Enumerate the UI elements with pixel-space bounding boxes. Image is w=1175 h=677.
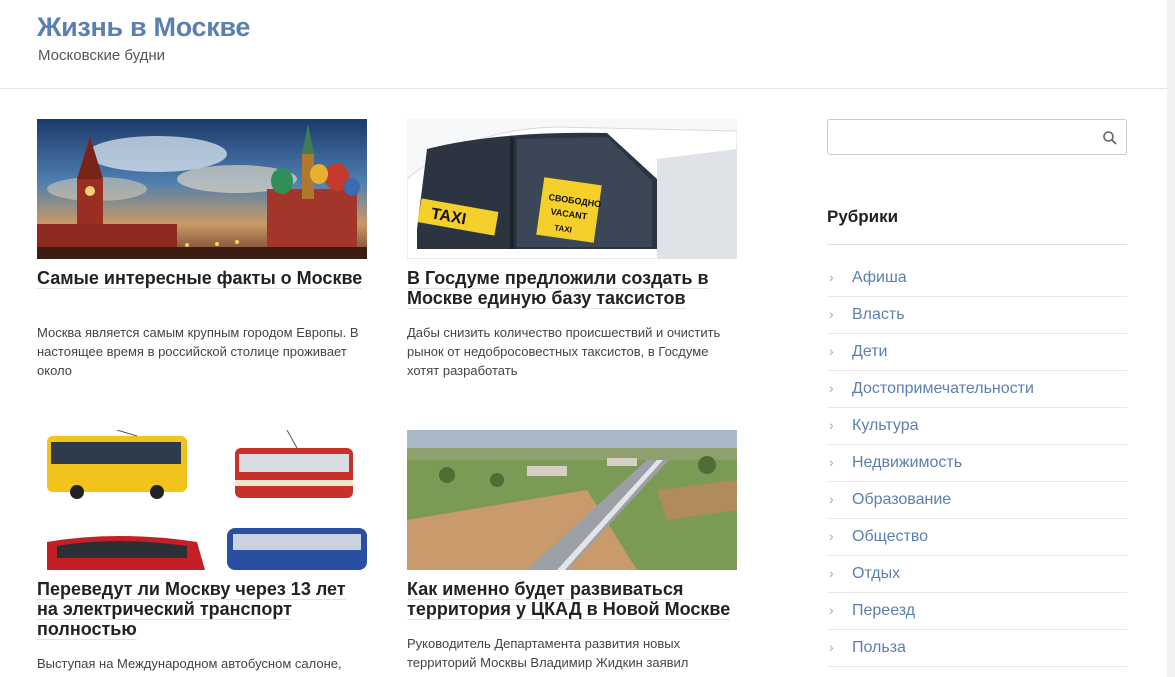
- category-link[interactable]: Переезд: [852, 602, 915, 620]
- post-excerpt: Руководитель Департамента развития новых…: [407, 636, 689, 670]
- category-link[interactable]: Достопримечательности: [852, 380, 1034, 398]
- site-description: Московские будни: [38, 47, 166, 64]
- category-item: › Культура: [827, 408, 1127, 445]
- chevron-right-icon: ›: [829, 454, 834, 470]
- chevron-right-icon: ›: [829, 343, 834, 359]
- category-link[interactable]: Отдых: [852, 565, 900, 583]
- category-link[interactable]: Власть: [852, 306, 905, 324]
- category-link[interactable]: Польза: [852, 639, 906, 657]
- category-item: › Дети: [827, 334, 1127, 371]
- chevron-right-icon: ›: [829, 269, 834, 285]
- search-icon[interactable]: [1100, 128, 1120, 148]
- category-item: › Недвижимость: [827, 445, 1127, 482]
- category-item: › Общество: [827, 519, 1127, 556]
- category-link[interactable]: Афиша: [852, 269, 907, 287]
- categories-list: › Афиша › Власть › Дети › Достопримечательно…: [827, 260, 1127, 667]
- post-excerpt: Выступая на Международном автобусном сал…: [37, 656, 342, 671]
- post-title[interactable]: Самые интересные факты о Москве: [37, 268, 367, 289]
- site-title[interactable]: Жизнь в Москве: [37, 12, 250, 43]
- category-link[interactable]: Дети: [852, 343, 887, 361]
- chevron-right-icon: ›: [829, 417, 834, 433]
- chevron-right-icon: ›: [829, 602, 834, 618]
- chevron-right-icon: ›: [829, 639, 834, 655]
- scrollbar[interactable]: [1167, 0, 1175, 677]
- post-card: TAXI СВОБОДНО VACANT TAXI В Госдуме пред…: [407, 119, 737, 389]
- chevron-right-icon: ›: [829, 306, 834, 322]
- post-title[interactable]: Как именно будет развиваться территория …: [407, 579, 737, 620]
- post-card: Переведут ли Москву через 13 лет на элек…: [37, 430, 367, 677]
- category-link[interactable]: Культура: [852, 417, 919, 435]
- transport-photo[interactable]: [37, 430, 367, 570]
- category-link[interactable]: Образование: [852, 491, 951, 509]
- post-excerpt: Москва является самым крупным городом Ев…: [37, 325, 359, 378]
- post-card: Как именно будет развиваться территория …: [407, 430, 737, 677]
- category-item: › Афиша: [827, 260, 1127, 297]
- search-input[interactable]: [829, 121, 1089, 153]
- category-link[interactable]: Недвижимость: [852, 454, 962, 472]
- post-card: Самые интересные факты о Москве Москва я…: [37, 119, 367, 389]
- chevron-right-icon: ›: [829, 528, 834, 544]
- divider: [827, 244, 1127, 245]
- chevron-right-icon: ›: [829, 380, 834, 396]
- post-title[interactable]: В Госдуме предложили создать в Москве ед…: [407, 268, 737, 309]
- taxi-photo[interactable]: TAXI СВОБОДНО VACANT TAXI: [407, 119, 737, 259]
- category-link[interactable]: Общество: [852, 528, 928, 546]
- categories-heading: Рубрики: [827, 207, 899, 226]
- category-item: › Власть: [827, 297, 1127, 334]
- kremlin-photo[interactable]: [37, 119, 367, 259]
- category-item: › Образование: [827, 482, 1127, 519]
- chevron-right-icon: ›: [829, 565, 834, 581]
- chevron-right-icon: ›: [829, 491, 834, 507]
- search-form: [827, 119, 1127, 155]
- post-title[interactable]: Переведут ли Москву через 13 лет на элек…: [37, 579, 367, 640]
- category-item: › Переезд: [827, 593, 1127, 630]
- category-item: › Достопримечательности: [827, 371, 1127, 408]
- category-item: › Отдых: [827, 556, 1127, 593]
- post-excerpt: Дабы снизить количество происшествий и о…: [407, 325, 721, 378]
- site-header: Жизнь в Москве Московские будни: [0, 0, 1167, 89]
- category-item: › Польза: [827, 630, 1127, 667]
- highway-aerial-photo[interactable]: [407, 430, 737, 570]
